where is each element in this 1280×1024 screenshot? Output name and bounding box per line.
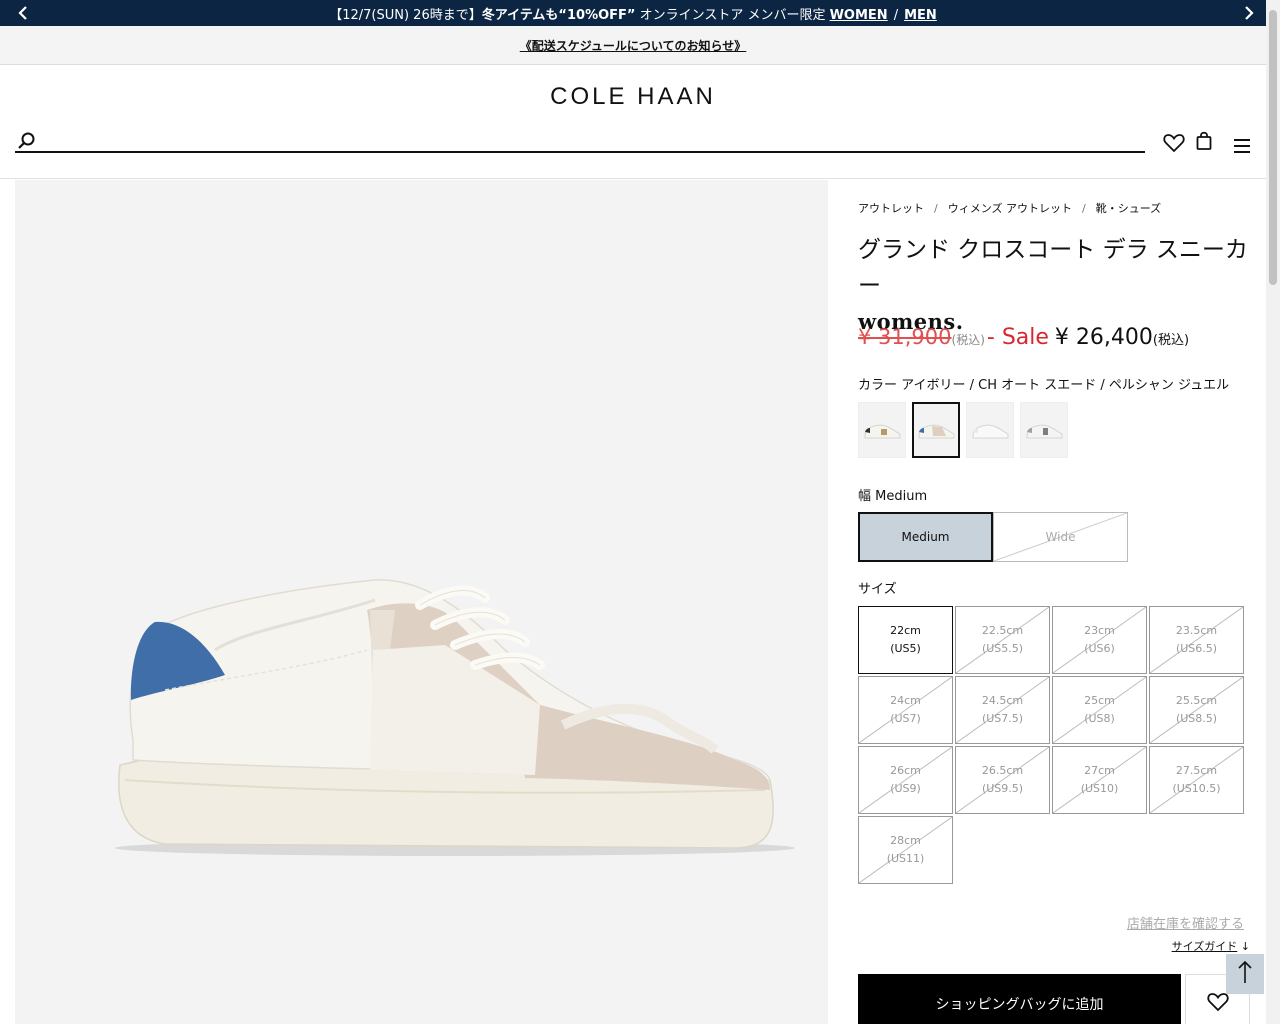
- size-us: (US5): [890, 642, 921, 655]
- sale-label: - Sale: [986, 325, 1049, 350]
- size-guide-link[interactable]: サイズガイド ↓: [1172, 938, 1250, 954]
- size-option-26.5cm[interactable]: 26.5cm (US9.5): [955, 746, 1050, 814]
- size-us: (US7.5): [981, 712, 1024, 725]
- size-cm: 28cm: [890, 834, 921, 847]
- product-image[interactable]: [15, 180, 828, 1024]
- product-title: グランド クロスコート デラ スニーカー womens.: [858, 232, 1250, 340]
- size-cm: 24cm: [890, 694, 921, 707]
- size-us: (US6.5): [1175, 642, 1218, 655]
- sale-price: ¥ 26,400: [1054, 325, 1153, 350]
- size-cm: 26cm: [890, 764, 921, 777]
- size-cm: 24.5cm: [981, 694, 1024, 707]
- size-cm: 27cm: [1084, 764, 1115, 777]
- size-option-26cm[interactable]: 26cm (US9): [858, 746, 953, 814]
- scrollbar-thumb[interactable]: [1269, 10, 1277, 285]
- announcement-prefix: 【12/7(SUN) 26時まで】: [329, 7, 482, 23]
- announcement-suffix: オンラインストア メンバー限定: [635, 7, 830, 23]
- width-option-wide[interactable]: Wide: [993, 512, 1128, 562]
- size-us: (US9): [890, 782, 921, 795]
- search-icon[interactable]: [17, 131, 37, 155]
- size-option-23.5cm[interactable]: 23.5cm (US6.5): [1149, 606, 1244, 674]
- sneaker-image: [115, 579, 795, 856]
- width-label: 幅 Medium: [858, 489, 928, 504]
- size-us: (US11): [886, 852, 925, 865]
- size-cm: 26.5cm: [981, 764, 1024, 777]
- size-option-24.5cm[interactable]: 24.5cm (US7.5): [955, 676, 1050, 744]
- page-scrollbar[interactable]: [1266, 0, 1280, 1024]
- brand-logo[interactable]: COLE HAAN: [0, 83, 1266, 111]
- heart-icon[interactable]: [1163, 133, 1185, 157]
- sale-price-tax: (税込): [1152, 333, 1190, 348]
- size-option-24cm[interactable]: 24cm (US7): [858, 676, 953, 744]
- size-option-22cm[interactable]: 22cm (US5): [858, 606, 953, 674]
- color-swatch-2-selected[interactable]: [912, 402, 960, 458]
- size-cm: 25.5cm: [1175, 694, 1218, 707]
- color-swatch-4[interactable]: [1020, 402, 1068, 458]
- chevron-left-icon[interactable]: [10, 0, 36, 26]
- color-swatch-3[interactable]: [966, 402, 1014, 458]
- size-cm: 25cm: [1084, 694, 1115, 707]
- size-cm: 22.5cm: [981, 624, 1024, 637]
- notice-bar: 《配送スケジュールについてのお知らせ》: [0, 26, 1266, 65]
- arrow-down-icon: ↓: [1240, 940, 1250, 953]
- size-cm: 23.5cm: [1175, 624, 1218, 637]
- size-cm: 27.5cm: [1175, 764, 1218, 777]
- size-option-25.5cm[interactable]: 25.5cm (US8.5): [1149, 676, 1244, 744]
- size-guide-label: サイズガイド: [1171, 940, 1238, 953]
- breadcrumb-item-outlet[interactable]: アウトレット: [858, 202, 924, 215]
- women-link[interactable]: WOMEN: [830, 8, 888, 23]
- heart-icon: [1206, 992, 1229, 1016]
- size-option-25cm[interactable]: 25cm (US8): [1052, 676, 1147, 744]
- arrow-up-icon: [1237, 960, 1253, 988]
- size-us: (US8): [1084, 712, 1115, 725]
- size-label: サイズ: [858, 582, 897, 597]
- breadcrumb-separator: /: [934, 202, 938, 215]
- announcement-separator: /: [893, 7, 899, 23]
- width-option-label: Wide: [1045, 530, 1076, 544]
- width-option-label: Medium: [901, 530, 950, 544]
- breadcrumb-item-shoes[interactable]: 靴・シューズ: [1096, 202, 1161, 215]
- size-cm: 23cm: [1084, 624, 1115, 637]
- shipping-schedule-link[interactable]: 《配送スケジュールについてのお知らせ》: [520, 37, 747, 54]
- breadcrumb-separator: /: [1082, 202, 1086, 215]
- original-price: ¥ 31,900: [858, 325, 952, 349]
- width-option-medium[interactable]: Medium: [858, 512, 993, 562]
- product-name: グランド クロスコート デラ スニーカー: [858, 237, 1248, 299]
- announcement-text: 【12/7(SUN) 26時まで】冬アイテムも“10%OFF” オンラインストア…: [329, 4, 937, 23]
- size-cm: 22cm: [890, 624, 921, 637]
- size-option-23cm[interactable]: 23cm (US6): [1052, 606, 1147, 674]
- back-to-top-button[interactable]: [1226, 954, 1264, 994]
- size-us: (US7): [890, 712, 921, 725]
- width-options: Medium Wide: [858, 512, 1128, 562]
- color-swatch-1[interactable]: [858, 402, 906, 458]
- size-option-27cm[interactable]: 27cm (US10): [1052, 746, 1147, 814]
- add-to-bag-button[interactable]: ショッピングバッグに追加: [858, 974, 1181, 1024]
- shopping-bag-icon[interactable]: [1196, 131, 1212, 155]
- color-label: カラー アイボリー / CH オート スエード / ペルシャン ジュエル: [858, 378, 1230, 393]
- size-us: (US10.5): [1172, 782, 1221, 795]
- size-us: (US9.5): [981, 782, 1024, 795]
- color-swatches: [858, 402, 1068, 458]
- breadcrumb-item-womens-outlet[interactable]: ウィメンズ アウトレット: [948, 202, 1072, 215]
- size-option-27.5cm[interactable]: 27.5cm (US10.5): [1149, 746, 1244, 814]
- size-grid: 22cm (US5) 22.5cm (US5.5) 23cm (US6) 23.5cm (US…: [858, 606, 1244, 884]
- search-input[interactable]: [49, 129, 1129, 151]
- size-us: (US8.5): [1175, 712, 1218, 725]
- hamburger-menu-icon[interactable]: [1233, 138, 1251, 158]
- size-us: (US10): [1080, 782, 1119, 795]
- size-option-28cm[interactable]: 28cm (US11): [858, 816, 953, 884]
- store-stock-link[interactable]: 店舗在庫を確認する: [1127, 913, 1244, 932]
- search-bar: [15, 129, 1145, 153]
- announcement-bar: 【12/7(SUN) 26時まで】冬アイテムも“10%OFF” オンラインストア…: [0, 0, 1266, 26]
- announcement-bold: 冬アイテムも“10%OFF”: [481, 7, 636, 23]
- site-header: COLE HAAN: [0, 65, 1266, 179]
- chevron-right-icon[interactable]: [1236, 0, 1262, 26]
- men-link[interactable]: MEN: [904, 8, 937, 23]
- size-option-22.5cm[interactable]: 22.5cm (US5.5): [955, 606, 1050, 674]
- product-price: ¥ 31,900 (税込) - Sale ¥ 26,400 (税込): [858, 325, 1189, 350]
- size-us: (US5.5): [981, 642, 1024, 655]
- original-price-tax: (税込): [951, 333, 985, 347]
- size-us: (US6): [1084, 642, 1115, 655]
- breadcrumb: アウトレット / ウィメンズ アウトレット / 靴・シューズ: [858, 200, 1161, 216]
